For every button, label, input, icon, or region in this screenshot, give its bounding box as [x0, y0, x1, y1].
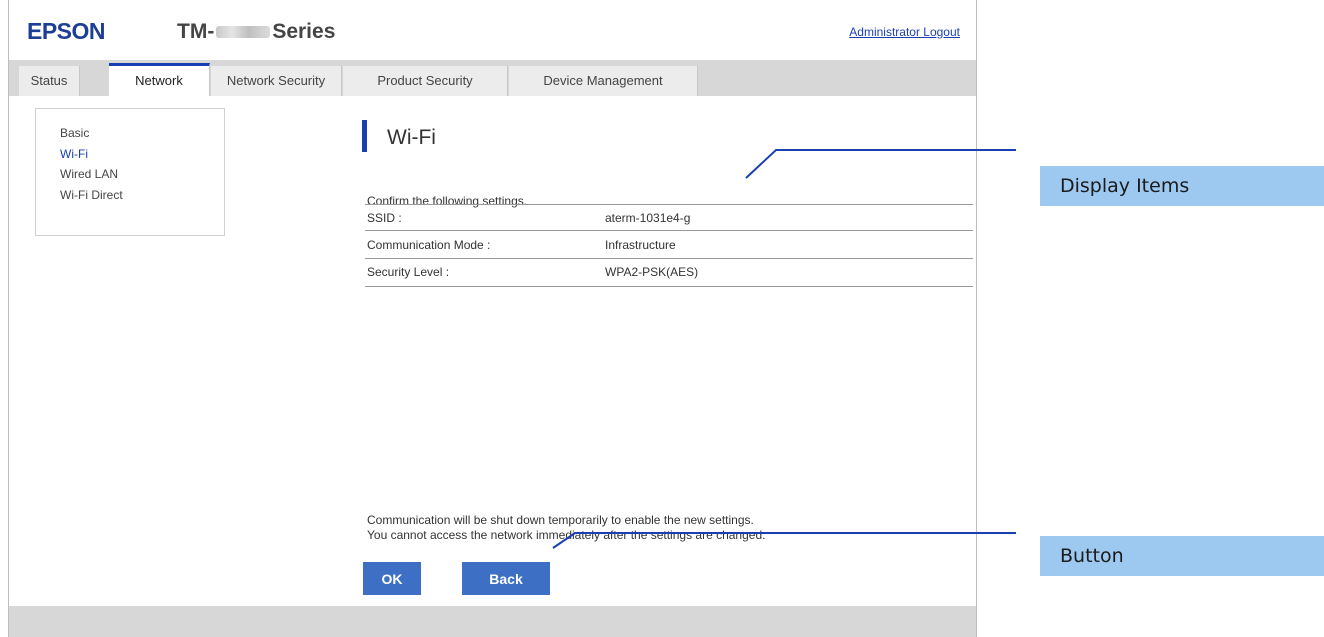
button-leader: [552, 532, 1016, 549]
display-items-label: Display Items: [1060, 175, 1190, 197]
button-callout-label: Button: [1060, 545, 1124, 567]
display-items-callout: Display Items: [1040, 166, 1324, 206]
button-callout: Button: [1040, 536, 1324, 576]
display-items-leader: [745, 149, 1016, 179]
